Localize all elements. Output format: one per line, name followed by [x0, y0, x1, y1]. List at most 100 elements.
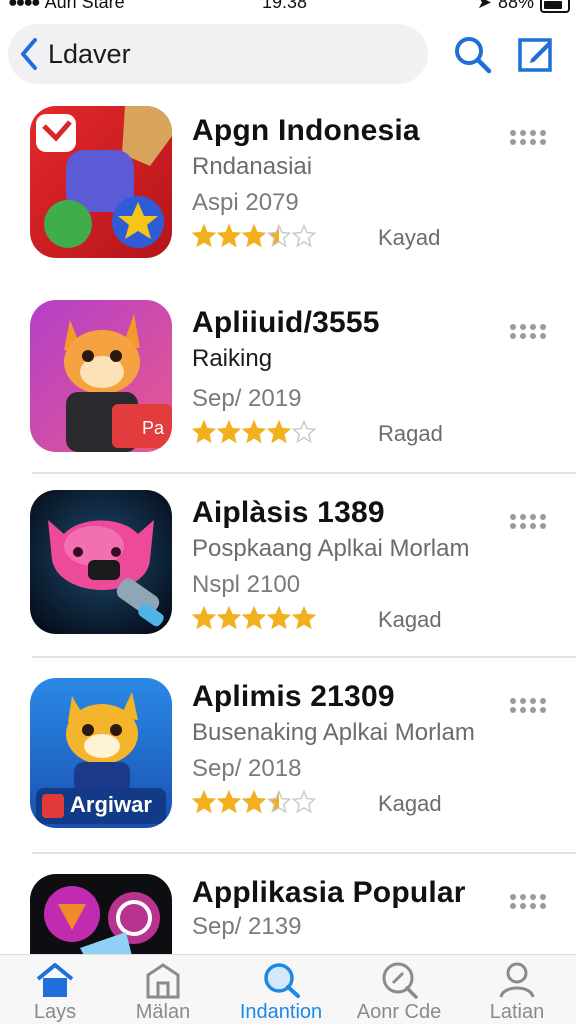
star-icon: [292, 790, 316, 814]
list-item[interactable]: Apgn Indonesia Rndanasiai Aspi 2079 Kaya…: [0, 96, 576, 286]
more-options-button[interactable]: [508, 512, 548, 532]
tab-lays[interactable]: Lays: [0, 961, 110, 1024]
divider: [32, 472, 576, 474]
app-subtitle: Pospkaang Aplkai Morlam: [192, 535, 470, 562]
star-icon: [217, 606, 241, 630]
app-store-screen: ●●●● Auri Stare 19:38 ➤ 88% Ldaver Apgn …: [0, 0, 576, 1024]
tab-indantion[interactable]: Indantion: [226, 961, 336, 1024]
star-icon: [292, 224, 316, 248]
list-item[interactable]: Applikasia Popular Sep/ 2139: [0, 862, 576, 954]
app-subtitle: Raiking: [192, 345, 273, 372]
carrier-label: Auri Stare: [44, 0, 125, 12]
app-date: Nspl 2100: [192, 571, 301, 598]
home-icon: [36, 963, 74, 997]
star-icon: [242, 606, 266, 630]
status-left: ●●●● Auri Stare: [8, 0, 125, 13]
more-dots-icon: [510, 698, 546, 713]
star-icon: [192, 606, 216, 630]
rating-row: Kagad: [192, 606, 512, 636]
pink-creature-app-icon: [30, 490, 172, 634]
fox-mascot-app-icon: Pa: [30, 300, 172, 452]
star-icon: [267, 790, 291, 814]
search-icon: [264, 963, 300, 998]
search-button[interactable]: [452, 34, 492, 74]
app-info: Apliiuid/3555 Raiking Sep/ 2019 Ragad: [192, 306, 512, 450]
divider: [32, 852, 576, 854]
tab-label: Mälan: [135, 1001, 191, 1023]
star-icon: [292, 606, 316, 630]
rating-row: Ragad: [192, 420, 512, 450]
app-date: Sep/ 2019: [192, 385, 302, 412]
star-icon: [242, 420, 266, 444]
star-rating: [192, 790, 316, 814]
back-label[interactable]: Ldaver: [48, 39, 131, 70]
more-dots-icon: [510, 130, 546, 145]
more-options-button[interactable]: [508, 892, 548, 912]
tab-latian[interactable]: Latian: [462, 961, 572, 1024]
status-right: ➤ 88%: [477, 0, 570, 13]
status-bar: ●●●● Auri Stare 19:38 ➤ 88%: [0, 0, 576, 14]
app-title: Applikasia Popular: [192, 876, 466, 909]
app-title: Apgn Indonesia: [192, 114, 420, 147]
location-icon: ➤: [476, 0, 492, 12]
app-info: Apgn Indonesia Rndanasiai Aspi 2079 Kaya…: [192, 114, 512, 254]
star-icon: [217, 420, 241, 444]
star-rating: [192, 606, 316, 630]
list-item[interactable]: Pa Apliiuid/3555 Raiking Sep/ 2019 Ragad: [0, 294, 576, 472]
status-time: 19:38: [262, 0, 308, 12]
star-icon: [267, 606, 291, 630]
tab-label: Indantion: [239, 1001, 323, 1023]
app-info: Applikasia Popular Sep/ 2139: [192, 876, 512, 942]
magnifier-icon: [382, 962, 418, 999]
chevron-left-icon: [21, 38, 37, 70]
star-icon: [242, 790, 266, 814]
star-rating: [192, 420, 316, 444]
tab-malan[interactable]: Mälan: [108, 961, 218, 1024]
header: Ldaver: [0, 22, 576, 88]
search-icon: [455, 37, 492, 74]
divider: [32, 656, 576, 658]
signal-icon: ●●●●: [8, 0, 41, 11]
more-options-button[interactable]: [508, 696, 548, 716]
star-icon: [267, 224, 291, 248]
app-date: Sep/ 2018: [192, 755, 302, 782]
app-title: Apliiuid/3555: [192, 306, 380, 339]
svg-text:Pa: Pa: [142, 418, 165, 438]
tab-aonr-cde[interactable]: Aonr Cde: [344, 961, 454, 1024]
shapes-app-icon: [30, 106, 172, 258]
rating-label: Kagad: [378, 607, 442, 632]
app-icon-caption: Argiwar: [70, 792, 152, 817]
rating-label: Kagad: [378, 791, 442, 816]
tab-label: Latian: [489, 1001, 545, 1023]
list-item[interactable]: Argiwar Aplimis 21309 Busenaking Aplkai …: [0, 666, 576, 850]
app-info: Aiplàsis 1389 Pospkaang Aplkai Morlam Ns…: [192, 496, 512, 636]
star-icon: [217, 224, 241, 248]
tab-label: Lays: [33, 1001, 77, 1023]
tiger-mascot-app-icon: Argiwar: [30, 678, 172, 828]
app-title: Aiplàsis 1389: [192, 496, 385, 529]
star-icon: [242, 224, 266, 248]
battery-icon: [540, 0, 570, 13]
tab-label: Aonr Cde: [356, 1001, 442, 1023]
person-icon: [499, 962, 535, 998]
compose-button[interactable]: [516, 34, 556, 74]
more-options-button[interactable]: [508, 128, 548, 148]
rating-label: Ragad: [378, 421, 443, 446]
nav-pill: Ldaver: [8, 24, 428, 84]
star-icon: [267, 420, 291, 444]
more-dots-icon: [510, 894, 546, 909]
store-icon: [146, 963, 180, 999]
back-button[interactable]: [12, 34, 46, 74]
app-subtitle: Rndanasiai: [192, 153, 313, 180]
list-item[interactable]: Aiplàsis 1389 Pospkaang Aplkai Morlam Ns…: [0, 482, 576, 654]
app-list: Apgn Indonesia Rndanasiai Aspi 2079 Kaya…: [0, 96, 576, 954]
tab-bar: Lays Mälan Indantion Aonr Cde Latian: [0, 954, 576, 1024]
more-dots-icon: [510, 514, 546, 529]
dark-shapes-app-icon: [30, 874, 172, 954]
app-info: Aplimis 21309 Busenaking Aplkai Morlam S…: [192, 680, 512, 820]
app-date: Sep/ 2139: [192, 913, 302, 940]
star-icon: [217, 790, 241, 814]
app-title: Aplimis 21309: [192, 680, 395, 713]
more-options-button[interactable]: [508, 322, 548, 342]
battery-label: 88%: [497, 0, 534, 12]
